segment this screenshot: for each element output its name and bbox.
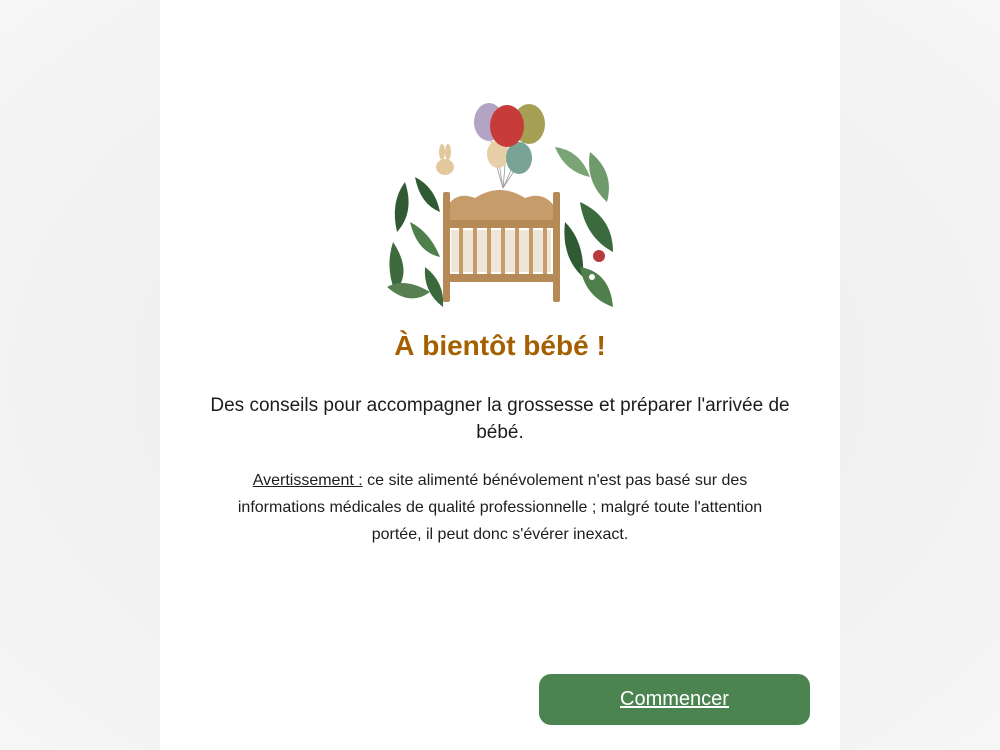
disclaimer: Avertissement : ce site alimenté bénévol… xyxy=(220,467,780,548)
start-button[interactable]: Commencer xyxy=(539,674,810,725)
disclaimer-label: Avertissement : xyxy=(252,472,363,489)
page-title: À bientôt bébé ! xyxy=(394,330,606,361)
crib-with-balloons-illustration xyxy=(387,103,613,307)
lead-paragraph: Des conseils pour accompagner la grosses… xyxy=(210,395,790,443)
welcome-card: À bientôt bébé ! Des conseils pour accom… xyxy=(160,0,840,750)
